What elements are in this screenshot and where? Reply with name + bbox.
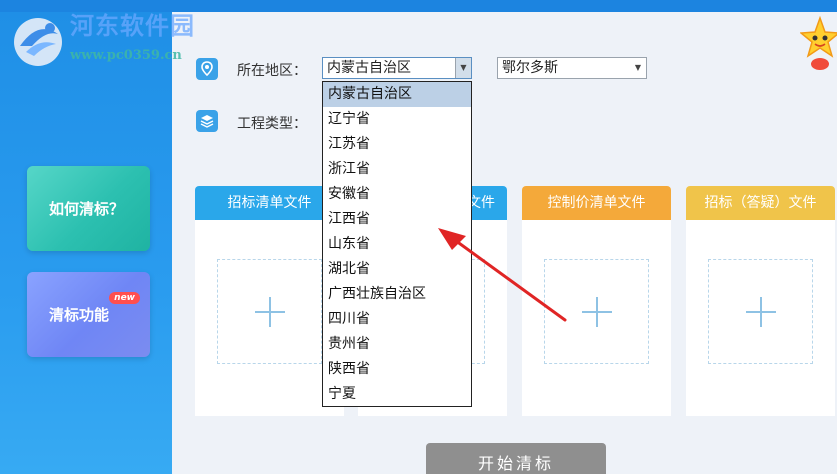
how-to-clear-label: 如何清标？ bbox=[49, 200, 125, 218]
chevron-down-icon[interactable]: ▼ bbox=[455, 58, 471, 78]
control-price-panel-title: 控制价清单文件 bbox=[522, 186, 671, 220]
control-price-upload-box[interactable] bbox=[544, 259, 649, 364]
dropdown-option[interactable]: 四川省 bbox=[323, 307, 471, 332]
watermark-title: 河东软件园 bbox=[70, 11, 195, 40]
dropdown-option[interactable]: 江西省 bbox=[323, 207, 471, 232]
dropdown-option[interactable]: 陕西省 bbox=[323, 357, 471, 382]
layers-icon bbox=[196, 110, 218, 132]
clear-function-card[interactable]: 清标功能 new bbox=[27, 272, 150, 357]
watermark: 河东软件园 www.pc0359.cn bbox=[4, 2, 264, 72]
tender-qa-panel-title: 招标（答疑）文件 bbox=[686, 186, 835, 220]
dropdown-option[interactable]: 山东省 bbox=[323, 232, 471, 257]
city-select[interactable]: 鄂尔多斯 ▼ bbox=[497, 57, 647, 79]
chevron-down-icon[interactable]: ▼ bbox=[630, 58, 646, 78]
dropdown-option[interactable]: 内蒙古自治区 bbox=[323, 82, 471, 107]
new-badge: new bbox=[109, 292, 140, 304]
dropdown-option[interactable]: 安徽省 bbox=[323, 182, 471, 207]
dropdown-option[interactable]: 浙江省 bbox=[323, 157, 471, 182]
watermark-url: www.pc0359.cn bbox=[70, 48, 182, 63]
watermark-logo-icon bbox=[14, 18, 62, 66]
dropdown-option[interactable]: 宁夏 bbox=[323, 382, 471, 407]
city-select-value: 鄂尔多斯 bbox=[502, 60, 558, 76]
sidebar: 如何清标？ 清标功能 new bbox=[0, 12, 172, 474]
bid-list-upload-box[interactable] bbox=[217, 259, 322, 364]
plus-icon bbox=[745, 296, 776, 327]
dropdown-option[interactable]: 辽宁省 bbox=[323, 107, 471, 132]
how-to-clear-card[interactable]: 如何清标？ bbox=[27, 166, 150, 251]
province-dropdown-list[interactable]: 内蒙古自治区 辽宁省 江苏省 浙江省 安徽省 江西省 山东省 湖北省 广西壮族自… bbox=[322, 81, 472, 407]
project-type-label: 工程类型： bbox=[237, 116, 307, 132]
province-select-value: 内蒙古自治区 bbox=[327, 60, 411, 76]
dropdown-option[interactable]: 湖北省 bbox=[323, 257, 471, 282]
tender-qa-panel: 招标（答疑）文件 bbox=[686, 186, 835, 416]
tender-qa-upload-box[interactable] bbox=[708, 259, 813, 364]
dropdown-option[interactable]: 江苏省 bbox=[323, 132, 471, 157]
clear-function-label: 清标功能 bbox=[49, 306, 110, 324]
plus-icon bbox=[581, 296, 612, 327]
mascot-star-icon bbox=[800, 15, 837, 70]
province-select[interactable]: 内蒙古自治区 ▼ bbox=[322, 57, 472, 79]
start-clearing-button[interactable]: 开始清标 bbox=[426, 443, 606, 474]
dropdown-option[interactable]: 贵州省 bbox=[323, 332, 471, 357]
dropdown-option[interactable]: 广西壮族自治区 bbox=[323, 282, 471, 307]
control-price-panel: 控制价清单文件 bbox=[522, 186, 671, 416]
plus-icon bbox=[254, 296, 285, 327]
